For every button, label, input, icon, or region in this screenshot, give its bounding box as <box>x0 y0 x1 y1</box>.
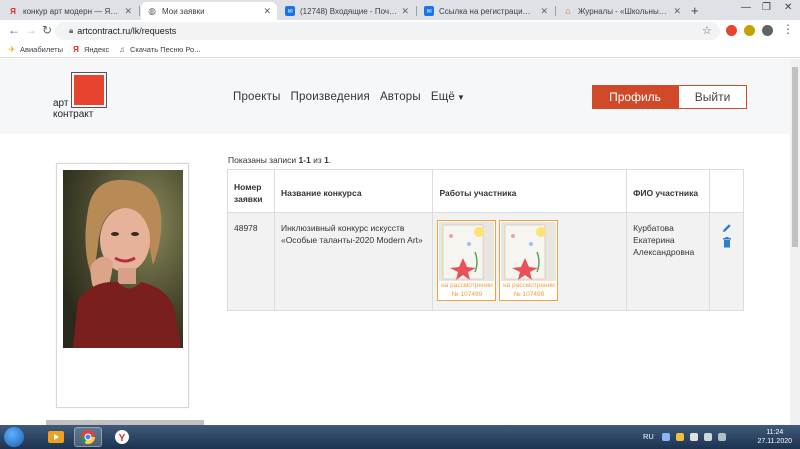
nav-more[interactable]: Ещё ▼ <box>431 91 465 103</box>
vertical-scrollbar[interactable] <box>790 59 800 425</box>
clock[interactable]: 11:24 27.11.2020 <box>757 428 792 446</box>
work-caption: на рассмотрении № 107498 <box>503 282 555 298</box>
cell-contest: Инклюзивный конкурс искусств «Особые тал… <box>273 212 434 311</box>
scrollbar-thumb[interactable] <box>792 67 798 247</box>
column-header-fio: ФИО участника <box>626 169 711 213</box>
column-header-contest: Название конкурса <box>273 169 434 213</box>
delete-trash-icon[interactable] <box>722 237 732 248</box>
bookmark-item[interactable]: Я Яндекс <box>72 45 109 54</box>
browser-tab[interactable]: Я конкур арт модерн — Яндекс ✕ <box>2 2 138 20</box>
tray-icon[interactable] <box>662 433 670 441</box>
tray-icon[interactable] <box>690 433 698 441</box>
network-icon[interactable] <box>718 433 726 441</box>
mail-icon: ✉ <box>424 6 434 16</box>
table-header-row: Номер заявки Название конкурса Работы уч… <box>227 169 744 213</box>
new-tab-icon[interactable]: + <box>691 3 699 18</box>
plane-icon: ✈ <box>8 45 16 54</box>
yandex-icon: Я <box>73 45 79 54</box>
yandex-browser-icon[interactable]: Y <box>108 427 136 447</box>
start-button-icon[interactable] <box>4 427 24 447</box>
logo-line: контракт <box>53 109 94 120</box>
globe-icon: ◍ <box>148 5 156 16</box>
maximize-icon[interactable]: ❐ <box>762 2 771 13</box>
close-tab-icon[interactable]: ✕ <box>263 6 271 17</box>
school-icon: ⌂ <box>565 6 571 16</box>
menu-dots-icon[interactable]: ⋮ <box>782 22 794 36</box>
media-player-icon[interactable] <box>42 427 70 447</box>
volume-icon[interactable] <box>704 433 712 441</box>
bookmark-item[interactable]: ✈ Авиабилеты <box>8 45 63 54</box>
mail-icon: ✉ <box>285 6 295 16</box>
lock-icon: 🔒︎ <box>69 26 74 35</box>
minimize-icon[interactable]: — <box>741 2 751 13</box>
column-header-works: Работы участника <box>432 169 628 213</box>
tab-separator <box>139 6 140 16</box>
language-indicator[interactable]: RU <box>643 432 654 441</box>
requests-table: Номер заявки Название конкурса Работы уч… <box>227 169 744 311</box>
logo[interactable]: арт контракт <box>53 98 93 120</box>
profile-button[interactable]: Профиль <box>592 85 678 109</box>
work-card[interactable]: на рассмотрении № 107499 <box>437 220 497 301</box>
address-bar[interactable]: 🔒︎ artcontract.ru/lk/requests <box>55 22 720 40</box>
window-close-icon[interactable]: ✕ <box>784 2 792 13</box>
music-icon: ♫ <box>119 45 125 54</box>
forward-icon[interactable]: → <box>25 23 37 37</box>
os-taskbar: Y RU 11:24 27.11.2020 <box>0 425 800 449</box>
account-avatar-icon[interactable] <box>762 25 773 36</box>
profile-photo-card <box>56 163 189 408</box>
bookmark-item[interactable]: ♫ Скачать Песню Ро... <box>118 45 200 54</box>
close-tab-icon[interactable]: ✕ <box>124 6 132 17</box>
main-nav: Проекты Произведения Авторы Ещё ▼ <box>233 91 465 103</box>
svg-text:Y: Y <box>119 433 126 444</box>
profile-photo <box>63 170 183 348</box>
close-tab-icon[interactable]: ✕ <box>401 6 409 17</box>
column-header-number: Номер заявки <box>227 169 275 213</box>
url-text: artcontract.ru/lk/requests <box>77 26 177 36</box>
records-summary: Показаны записи 1-1 из 1. <box>228 155 332 165</box>
nav-authors[interactable]: Авторы <box>380 91 421 103</box>
browser-tab-active[interactable]: ◍ Мои заявки ✕ <box>141 2 277 20</box>
bookmarks-bar: ✈ Авиабилеты Я Яндекс ♫ Скачать Песню Ро… <box>0 42 800 58</box>
work-card[interactable]: на рассмотрении № 107498 <box>499 220 559 301</box>
close-tab-icon[interactable]: ✕ <box>673 6 681 17</box>
nav-projects[interactable]: Проекты <box>233 91 281 103</box>
tray-icon[interactable] <box>676 433 684 441</box>
caret-down-icon: ▼ <box>457 93 466 102</box>
logo-line: арт <box>53 98 69 109</box>
logout-button[interactable]: Выйти <box>678 85 747 109</box>
artwork-image <box>501 222 557 281</box>
tab-separator <box>555 6 556 16</box>
artwork-thumbnail <box>501 222 557 281</box>
browser-tab-strip: Я конкур арт модерн — Яндекс ✕ ◍ Мои зая… <box>0 0 800 20</box>
cell-fio: Курбатова Екатерина Александровна <box>626 212 711 311</box>
browser-tab[interactable]: ⌂ Журналы - «Школьный порта ✕ <box>557 2 687 20</box>
column-header-actions <box>709 169 744 213</box>
extension-icon[interactable] <box>744 25 755 36</box>
browser-toolbar: ← → ↻ 🔒︎ artcontract.ru/lk/requests ☆ ⋮ <box>0 20 800 42</box>
cell-works: на рассмотрении № 107499 на рассмотрении… <box>432 212 628 311</box>
cell-number: 48978 <box>227 212 275 311</box>
portrait-image <box>63 170 183 348</box>
edit-pencil-icon[interactable] <box>722 223 732 233</box>
chrome-taskbar-icon[interactable] <box>74 427 102 447</box>
browser-tab[interactable]: ✉ Ссылка на регистрацию.doc - ✕ <box>418 2 554 20</box>
tab-separator <box>416 6 417 16</box>
artwork-image <box>439 222 495 281</box>
browser-tab[interactable]: ✉ (12748) Входящие - Почта Mai ✕ <box>279 2 415 20</box>
cell-actions <box>709 212 744 311</box>
close-tab-icon[interactable]: ✕ <box>540 6 548 17</box>
bookmark-star-icon[interactable]: ☆ <box>702 24 712 37</box>
nav-works[interactable]: Произведения <box>291 91 370 103</box>
yandex-icon: Я <box>10 6 16 16</box>
site-header: арт контракт Проекты Произведения Авторы… <box>0 59 790 134</box>
back-icon[interactable]: ← <box>8 23 20 37</box>
artwork-thumbnail <box>439 222 495 281</box>
extension-icon[interactable] <box>726 25 737 36</box>
work-caption: на рассмотрении № 107499 <box>441 282 493 298</box>
table-row: 48978 Инклюзивный конкурс искусств «Особ… <box>227 212 744 311</box>
reload-icon[interactable]: ↻ <box>42 23 52 37</box>
